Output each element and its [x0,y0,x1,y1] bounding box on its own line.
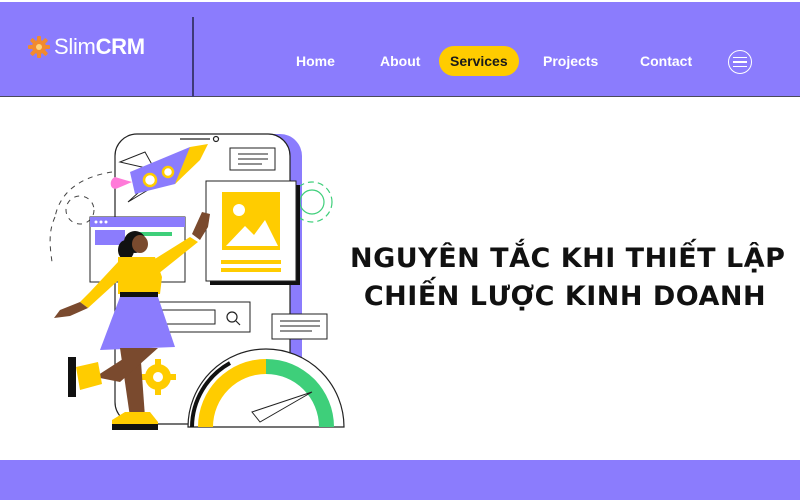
nav-item-projects[interactable]: Projects [543,46,598,76]
nav-item-services[interactable]: Services [439,46,519,76]
hero-illustration [49,133,345,430]
menu-line [733,61,747,63]
footer-band [0,460,800,500]
menu-line [733,65,747,68]
note-card-icon [229,147,276,171]
main-nav: Home About Services Projects Contact [0,46,800,76]
site-header: SlimCRM Home About Services Projects Con… [0,2,800,97]
nav-item-home[interactable]: Home [296,46,335,76]
hamburger-menu-icon[interactable] [728,50,752,74]
image-card-icon [205,180,300,285]
hero-title-line-2: CHIẾN LƯỢC KINH DOANH [363,281,767,312]
note-card-icon [271,313,328,340]
nav-item-contact[interactable]: Contact [640,46,692,76]
menu-line [733,56,747,59]
nav-item-about[interactable]: About [380,46,420,76]
hero-title: NGUYÊN TẮC KHI THIẾT LẬP CHIẾN LƯỢC KINH… [350,240,786,316]
hero-title-line-1: NGUYÊN TẮC KHI THIẾT LẬP [350,243,786,274]
